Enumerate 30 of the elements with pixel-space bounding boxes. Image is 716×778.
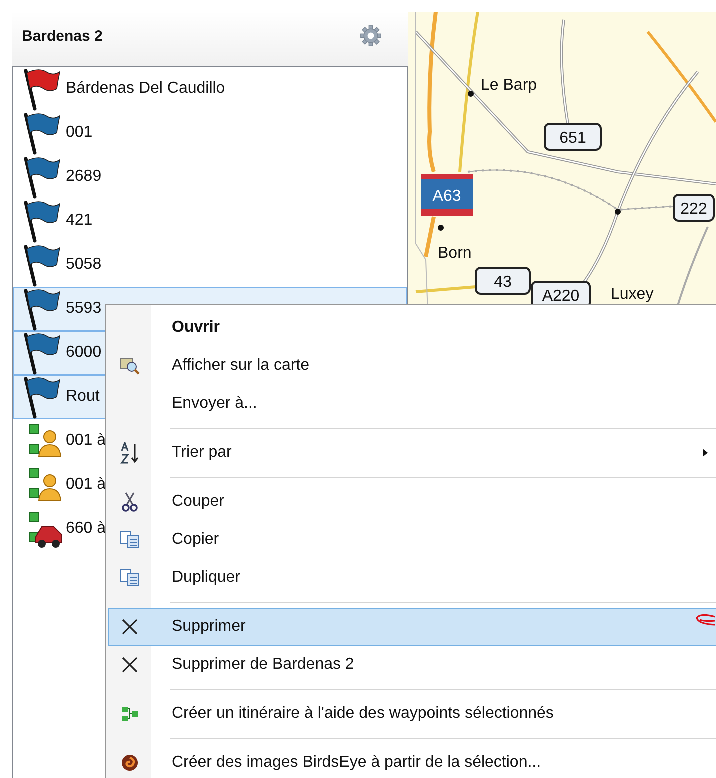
item-label: 421 [66, 212, 93, 230]
town-label: Luxey [611, 286, 654, 303]
item-label: Bárdenas Del Caudillo [66, 80, 226, 98]
road-shield: 651 [544, 123, 602, 151]
item-label: 001 à [66, 476, 106, 494]
item-label: 6000 [66, 344, 102, 362]
menu-item-label: Trier par [172, 444, 232, 462]
menu-item-label: Dupliquer [172, 569, 240, 587]
menu-item-label: Couper [172, 493, 224, 511]
town-label: Born [438, 245, 472, 262]
motorway-shield: A63 [421, 174, 473, 216]
menu-item-label: Afficher sur la carte [172, 357, 310, 375]
item-label: 2689 [66, 168, 102, 186]
menu-item-label: Envoyer à... [172, 395, 258, 413]
menu-item-label: Créer des images BirdsEye à partir de la sélection... [172, 754, 542, 772]
road-shield: 43 [475, 267, 531, 295]
item-label: 001 [66, 124, 93, 142]
item-label: 660 à [66, 520, 106, 538]
item-label: 5593 [66, 300, 102, 318]
menu-item-label: Créer un itinéraire à l'aide des waypoints sélectionnés [172, 705, 554, 723]
menu-item-label: Ouvrir [172, 319, 220, 337]
town-label: Le Barp [481, 77, 538, 94]
menu-item-label: Supprimer [172, 618, 246, 636]
menu-item-label: Copier [172, 531, 220, 549]
road-shield: 222 [673, 194, 715, 222]
item-label: Rout [66, 388, 100, 406]
panel-title: Bardenas 2 [22, 28, 103, 44]
item-label: 001 à [66, 432, 106, 450]
menu-item-label: Supprimer de Bardenas 2 [172, 656, 354, 674]
item-label: 5058 [66, 256, 102, 274]
